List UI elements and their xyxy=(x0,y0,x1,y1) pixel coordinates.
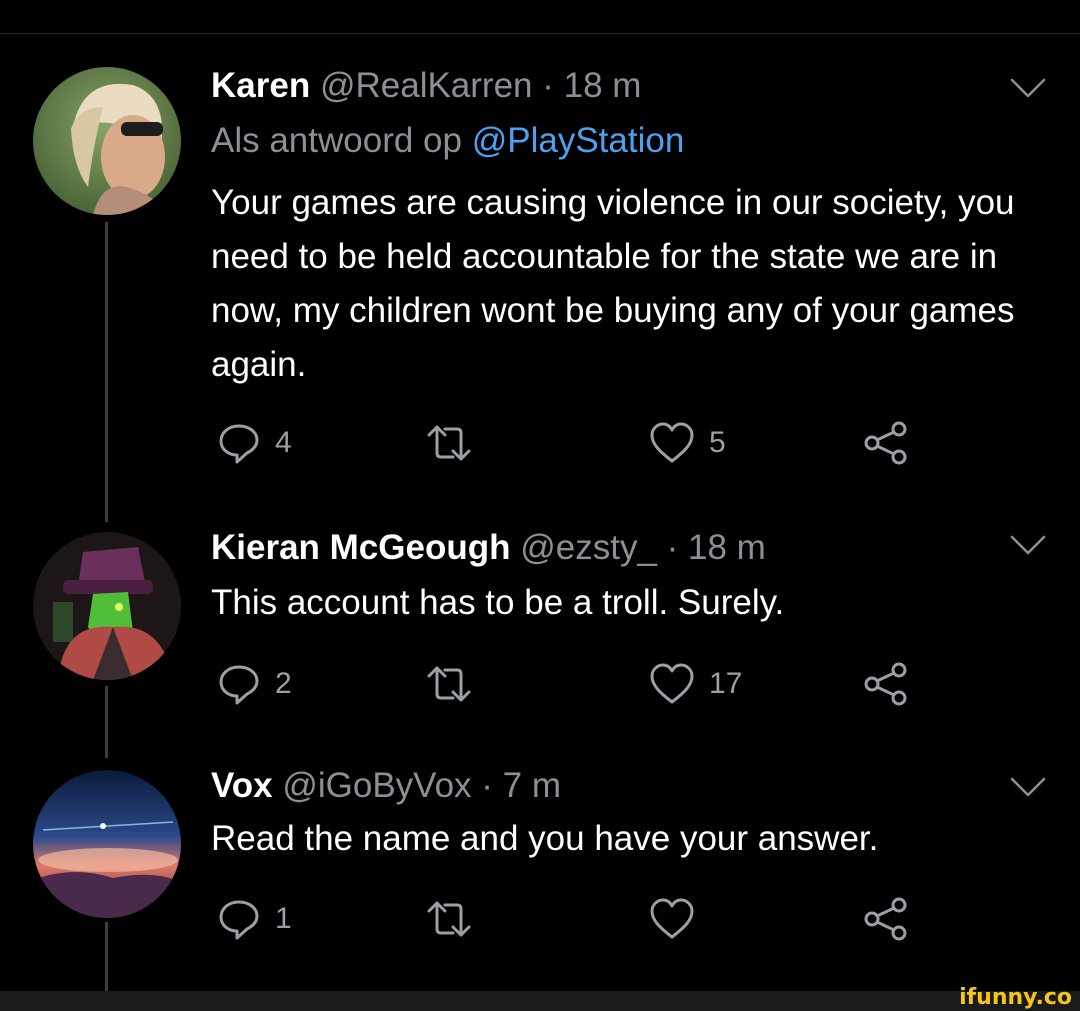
tweet-text: Read the name and you have your answer. xyxy=(211,819,879,858)
avatar-kieran-image xyxy=(33,532,181,680)
reply-count: 2 xyxy=(275,667,292,700)
reply-icon xyxy=(219,424,259,464)
timestamp[interactable]: · 18 m xyxy=(542,66,641,105)
author-name[interactable]: Kieran McGeough xyxy=(211,528,510,567)
action-bar: 4 5 xyxy=(211,418,931,468)
retweet-button[interactable] xyxy=(425,418,487,468)
author-name[interactable]: Karen xyxy=(211,66,310,105)
retweet-icon xyxy=(427,901,471,937)
thread-line xyxy=(105,922,108,992)
avatar[interactable] xyxy=(33,532,181,680)
retweet-icon xyxy=(427,425,471,461)
retweet-button[interactable] xyxy=(425,894,487,944)
tweet-text: Your games are causing violence in our s… xyxy=(211,183,1015,384)
bottom-bar xyxy=(0,991,1080,1011)
share-icon xyxy=(864,662,907,706)
reply-context: Als antwoord op @PlayStation xyxy=(211,121,684,161)
tweet-text: This account has to be a troll. Surely. xyxy=(211,583,785,622)
chevron-down-icon[interactable] xyxy=(1008,533,1048,557)
retweet-icon xyxy=(427,666,471,702)
heart-icon xyxy=(650,422,694,463)
avatar-karen-image xyxy=(33,67,181,215)
reply-icon xyxy=(219,665,259,705)
like-count: 5 xyxy=(709,426,726,459)
thread-line xyxy=(105,222,108,522)
author-name[interactable]: Vox xyxy=(211,766,273,805)
reply-prefix: Als antwoord op xyxy=(211,121,462,160)
reply-count: 1 xyxy=(275,902,292,935)
share-icon xyxy=(864,421,907,465)
reply-button[interactable]: 4 xyxy=(217,418,292,468)
tweet-header: Kieran McGeough @ezsty_ · 18 m xyxy=(211,528,766,568)
thread-line xyxy=(105,686,108,758)
share-button[interactable] xyxy=(863,659,909,709)
reply-mention-link[interactable]: @PlayStation xyxy=(472,121,685,160)
retweet-button[interactable] xyxy=(425,659,487,709)
chevron-down-icon[interactable] xyxy=(1008,775,1048,799)
avatar-vox-image xyxy=(33,770,181,918)
tweet-header: Vox @iGoByVox · 7 m xyxy=(211,766,561,806)
action-bar: 1 xyxy=(211,894,931,944)
share-button[interactable] xyxy=(863,894,909,944)
author-handle[interactable]: @ezsty_ xyxy=(520,528,657,567)
reply-button[interactable]: 2 xyxy=(217,659,292,709)
timestamp[interactable]: · 18 m xyxy=(667,528,766,567)
heart-icon xyxy=(650,898,694,939)
watermark-text: ifunny.co xyxy=(959,985,1072,1010)
tweet-header: Karen @RealKarren · 18 m xyxy=(211,66,641,106)
reply-button[interactable]: 1 xyxy=(217,894,292,944)
share-icon xyxy=(864,897,907,941)
share-button[interactable] xyxy=(863,418,909,468)
like-button[interactable]: 17 xyxy=(649,659,742,709)
reply-icon xyxy=(219,900,259,940)
chevron-down-icon[interactable] xyxy=(1008,76,1048,100)
author-handle[interactable]: @RealKarren xyxy=(320,66,533,105)
heart-icon xyxy=(650,663,694,704)
reply-count: 4 xyxy=(275,426,292,459)
like-button[interactable] xyxy=(649,894,709,944)
top-divider xyxy=(0,33,1080,34)
avatar[interactable] xyxy=(33,770,181,918)
like-count: 17 xyxy=(709,667,743,700)
avatar[interactable] xyxy=(33,67,181,215)
action-bar: 2 17 xyxy=(211,659,931,709)
author-handle[interactable]: @iGoByVox xyxy=(282,766,471,805)
like-button[interactable]: 5 xyxy=(649,418,726,468)
timestamp[interactable]: · 7 m xyxy=(481,766,561,805)
